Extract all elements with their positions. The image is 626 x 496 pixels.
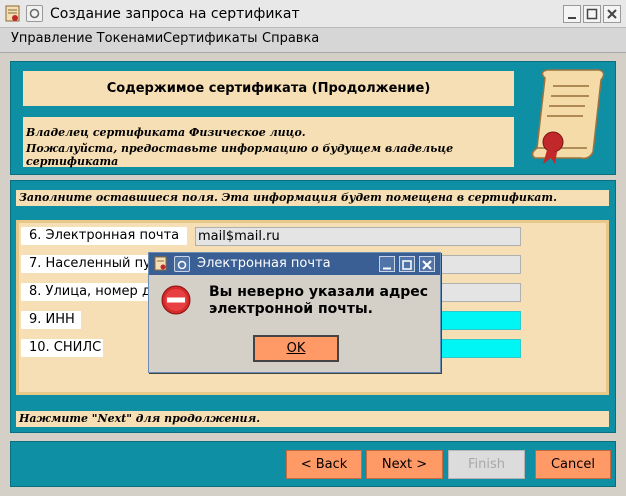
- pin-icon[interactable]: [174, 256, 190, 272]
- field-label-inn: 9. ИНН: [21, 311, 81, 329]
- certificate-app-icon: [154, 256, 168, 272]
- finish-button[interactable]: Finish: [448, 450, 525, 479]
- menubar-divider: [0, 52, 626, 53]
- menu-help[interactable]: Справка: [262, 31, 319, 46]
- instructions-box: Заполните оставшиеся поля. Эта информаци…: [16, 190, 609, 206]
- certificate-scroll-icon: [527, 68, 607, 164]
- ok-button[interactable]: OK: [253, 335, 339, 362]
- minimize-icon[interactable]: [379, 256, 395, 272]
- hint-box: Нажмите "Next" для продолжения.: [16, 411, 609, 427]
- field-label-snils: 10. СНИЛС: [21, 339, 103, 357]
- header-owner-box: Владелец сертификата Физическое лицо. По…: [23, 117, 514, 168]
- menu-token-management[interactable]: Управление Токенами: [11, 31, 163, 46]
- instructions-text: Заполните оставшиеся поля. Эта информаци…: [19, 191, 557, 204]
- error-stop-icon: [161, 285, 191, 315]
- cancel-button[interactable]: Cancel: [535, 450, 611, 479]
- error-dialog: Электронная почта Вы неверно указали адр…: [148, 252, 441, 373]
- header-title-box: Содержимое сертификата (Продолжение): [23, 71, 514, 106]
- field-label-email: 6. Электронная почта: [21, 227, 187, 245]
- dialog-message-line-1: Вы неверно указали адрес: [209, 284, 429, 300]
- owner-line-1: Владелец сертификата Физическое лицо.: [26, 126, 306, 139]
- close-icon[interactable]: [603, 5, 621, 23]
- owner-line-2: Пожалуйста, предоставьте информацию о бу…: [26, 142, 454, 168]
- window-titlebar: Создание запроса на сертификат: [0, 0, 626, 28]
- minimize-icon[interactable]: [563, 5, 581, 23]
- dialog-titlebar: Электронная почта: [149, 253, 440, 275]
- header-title: Содержимое сертификата (Продолжение): [106, 81, 431, 96]
- menu-certificates[interactable]: Сертификаты: [163, 31, 258, 46]
- email-field[interactable]: mail$mail.ru: [195, 227, 521, 246]
- pin-icon[interactable]: [26, 5, 43, 22]
- dialog-title: Электронная почта: [197, 256, 331, 271]
- menubar: Управление Токенами Сертификаты Справка: [0, 28, 626, 52]
- window-title: Создание запроса на сертификат: [50, 6, 300, 22]
- hint-text: Нажмите "Next" для продолжения.: [19, 412, 261, 425]
- next-button[interactable]: Next >: [366, 450, 443, 479]
- back-button[interactable]: < Back: [286, 450, 362, 479]
- dialog-message-line-2: электронной почты.: [209, 301, 373, 317]
- certificate-app-icon: [5, 5, 21, 23]
- close-icon[interactable]: [419, 256, 435, 272]
- maximize-icon[interactable]: [583, 5, 601, 23]
- maximize-icon[interactable]: [399, 256, 415, 272]
